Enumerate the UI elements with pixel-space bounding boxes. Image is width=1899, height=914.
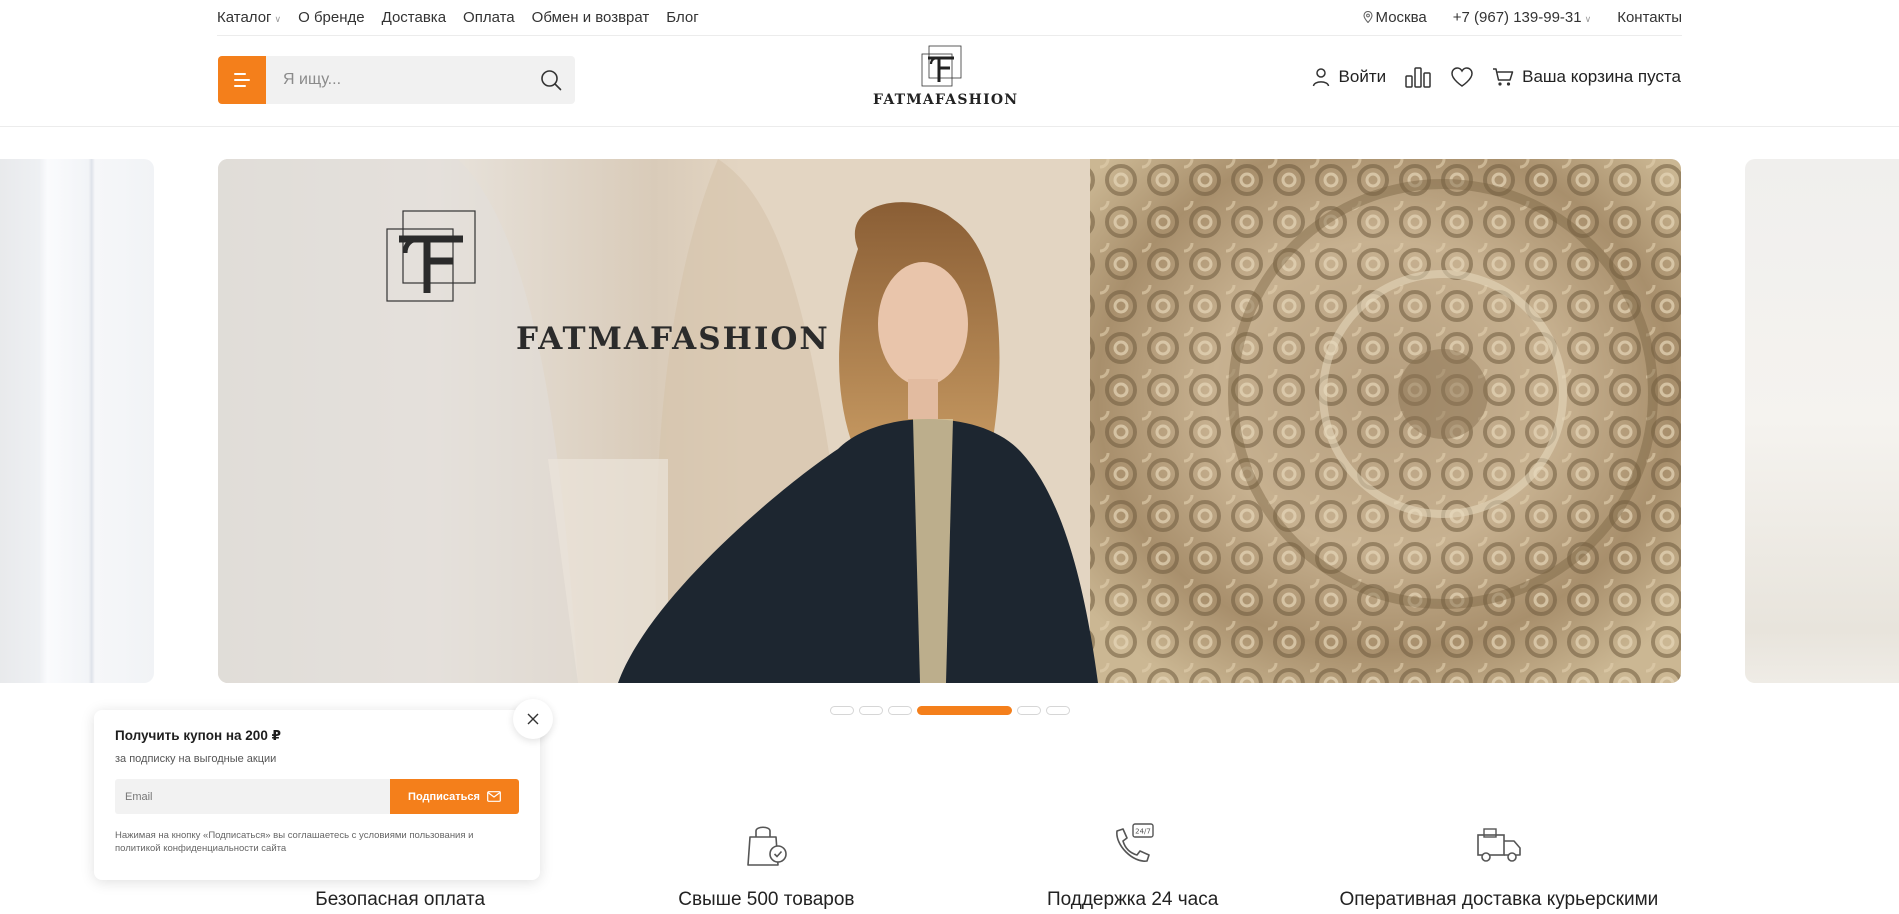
logo-text: FATMAFASHION xyxy=(873,92,1019,108)
slider-dot[interactable] xyxy=(830,706,854,715)
phone-link[interactable]: +7 (967) 139-99-31 ∨ xyxy=(1453,9,1591,26)
cart-button[interactable]: Ваша корзина пуста xyxy=(1492,67,1681,87)
close-icon xyxy=(527,713,539,725)
slider-dot[interactable] xyxy=(859,706,883,715)
email-field[interactable] xyxy=(115,779,390,814)
subscribe-button[interactable]: Подписаться xyxy=(390,779,519,814)
slide-next-peek[interactable] xyxy=(1745,159,1899,683)
popup-legal-note: Нажимая на кнопку «Подписаться» вы согла… xyxy=(115,830,474,855)
search-bar xyxy=(218,56,575,104)
heart-icon xyxy=(1451,67,1473,87)
feature-item: 24/7 Поддержка 24 часа xyxy=(950,820,1316,913)
top-contacts: Москва +7 (967) 139-99-31 ∨ Контакты xyxy=(1362,9,1682,26)
nav-about[interactable]: О бренде xyxy=(298,9,365,26)
logo-mark-icon xyxy=(921,45,962,87)
slider-dots xyxy=(830,706,1070,715)
svg-text:24/7: 24/7 xyxy=(1135,828,1151,836)
shopping-bag-icon xyxy=(747,826,788,866)
cart-icon xyxy=(1493,68,1514,86)
banner-logo-mark-icon xyxy=(386,210,476,302)
nav-delivery[interactable]: Доставка xyxy=(382,9,446,26)
user-icon xyxy=(1312,68,1329,87)
nav-returns[interactable]: Обмен и возврат xyxy=(532,9,650,26)
compare-icon xyxy=(1405,67,1431,88)
site-logo[interactable]: FATMAFASHION xyxy=(873,44,1019,108)
popup-close-button[interactable] xyxy=(513,699,553,739)
subscribe-form: Подписаться xyxy=(115,779,519,814)
location-pin-icon xyxy=(1362,11,1373,23)
phone-24-7-icon: 24/7 xyxy=(1115,823,1154,862)
banner-logo-text: FATMAFASHION xyxy=(516,321,830,357)
nav-catalog[interactable]: Каталог ∨ xyxy=(217,9,281,26)
nav-blog[interactable]: Блог xyxy=(666,9,698,26)
favorites-button[interactable] xyxy=(1450,66,1474,88)
hero-banner[interactable]: FATMAFASHION xyxy=(218,159,1681,683)
slider-dot[interactable] xyxy=(1017,706,1041,715)
slider-dot[interactable] xyxy=(1046,706,1070,715)
popup-subtitle: за подписку на выгодные акции xyxy=(115,753,277,765)
search-input[interactable] xyxy=(266,56,527,104)
slider-dot[interactable] xyxy=(888,706,912,715)
popup-title: Получить купон на 200 ₽ xyxy=(115,728,281,743)
coupon-popup: Получить купон на 200 ₽ за подписку на в… xyxy=(94,710,540,880)
city-selector[interactable]: Москва xyxy=(1362,9,1427,26)
delivery-truck-icon xyxy=(1477,828,1521,862)
compare-button[interactable] xyxy=(1404,66,1432,88)
envelope-icon xyxy=(487,791,501,802)
feature-item: Свыше 500 товаров xyxy=(583,820,949,913)
contacts-link[interactable]: Контакты xyxy=(1617,9,1682,26)
slider-dot-active[interactable] xyxy=(917,706,1012,715)
header: FATMAFASHION Войти Ваша корзина пуста xyxy=(0,36,1899,127)
top-nav: Каталог ∨ О бренде Доставка Оплата Обмен … xyxy=(217,9,699,26)
login-button[interactable]: Войти xyxy=(1311,67,1386,87)
top-bar: Каталог ∨ О бренде Доставка Оплата Обмен … xyxy=(217,0,1682,36)
feature-item: Оперативная доставка курьерскими xyxy=(1316,820,1682,913)
slide-prev-peek[interactable] xyxy=(0,159,154,683)
header-actions: Войти Ваша корзина пуста xyxy=(1311,66,1681,88)
chevron-down-icon: ∨ xyxy=(1584,14,1592,24)
chevron-down-icon: ∨ xyxy=(274,14,282,24)
menu-button[interactable] xyxy=(218,56,266,104)
search-icon[interactable] xyxy=(527,56,575,104)
nav-payment[interactable]: Оплата xyxy=(463,9,515,26)
